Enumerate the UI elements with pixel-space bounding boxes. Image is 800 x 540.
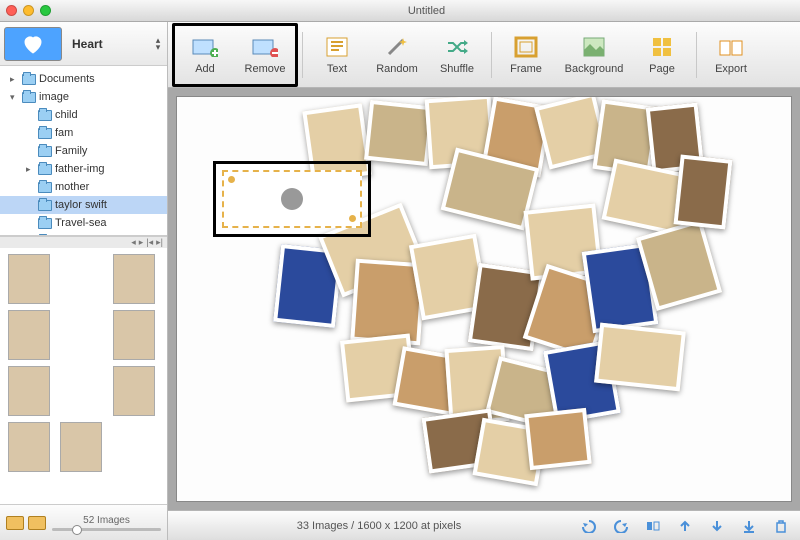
toolbar: Add Remove Text Random Shuffle <box>168 22 800 88</box>
folder-icon <box>38 218 52 229</box>
shuffle-icon <box>443 35 471 59</box>
background-button[interactable]: Background <box>556 26 632 84</box>
wand-icon <box>383 35 411 59</box>
thumbnail[interactable] <box>113 310 155 360</box>
rotate-left-icon[interactable] <box>580 518 598 534</box>
tree-item-family[interactable]: Family <box>0 142 167 160</box>
shape-stepper[interactable]: ▴▾ <box>153 37 163 51</box>
arrow-down-icon[interactable] <box>740 518 758 534</box>
tree-label: taylor swift <box>55 199 107 211</box>
toolbar-label: Remove <box>245 63 286 75</box>
canvas[interactable] <box>176 96 792 502</box>
sidebar: Heart ▴▾ ▸Documents ▾image child fam Fam… <box>0 22 168 540</box>
tree-item-image[interactable]: ▾image <box>0 88 167 106</box>
toolbar-label: Page <box>649 63 675 75</box>
main: Add Remove Text Random Shuffle <box>168 22 800 540</box>
image-count: 52 Images <box>83 515 130 526</box>
frame-icon <box>512 35 540 59</box>
flip-icon[interactable] <box>644 518 662 534</box>
minimize-icon[interactable] <box>23 5 34 16</box>
remove-image-icon <box>251 35 279 59</box>
send-backward-icon[interactable] <box>708 518 726 534</box>
tree-label: father-img <box>55 163 105 175</box>
toolbar-label: Export <box>715 63 747 75</box>
close-icon[interactable] <box>6 5 17 16</box>
tree-scrollbar[interactable]: ◂▸|◂▸| <box>0 236 167 248</box>
folder-button-icon[interactable] <box>6 516 24 530</box>
page-button[interactable]: Page <box>632 26 692 84</box>
tree-item-documents[interactable]: ▸Documents <box>0 70 167 88</box>
toolbar-label: Shuffle <box>440 63 474 75</box>
toolbar-label: Random <box>376 63 418 75</box>
folder-icon <box>38 110 52 121</box>
toolbar-label: Add <box>195 63 215 75</box>
bring-forward-icon[interactable] <box>676 518 694 534</box>
tree-label: image <box>39 91 69 103</box>
tree-label: mother <box>55 181 89 193</box>
shape-name: Heart <box>66 37 149 51</box>
status-bar: 33 Images / 1600 x 1200 at pixels <box>168 510 800 540</box>
tree-item-travel-sea[interactable]: Travel-sea <box>0 214 167 232</box>
thumbnail[interactable] <box>113 366 155 416</box>
frame-button[interactable]: Frame <box>496 26 556 84</box>
folder-icon <box>38 128 52 139</box>
titlebar: Untitled <box>0 0 800 22</box>
add-button[interactable]: Add <box>175 26 235 84</box>
tree-label: Documents <box>39 73 95 85</box>
thumbnail[interactable] <box>8 254 50 304</box>
thumbnail[interactable] <box>8 366 50 416</box>
canvas-area: ⇧ <box>168 88 800 510</box>
zoom-icon[interactable] <box>40 5 51 16</box>
folder-icon <box>38 146 52 157</box>
random-button[interactable]: Random <box>367 26 427 84</box>
folder-icon <box>22 74 36 85</box>
add-image-icon <box>191 35 219 59</box>
remove-button[interactable]: Remove <box>235 26 295 84</box>
tree-item-mother[interactable]: mother <box>0 178 167 196</box>
status-info: 33 Images / 1600 x 1200 at pixels <box>178 520 580 532</box>
folder-button-icon[interactable] <box>28 516 46 530</box>
window-title: Untitled <box>59 5 794 17</box>
export-icon <box>717 35 745 59</box>
folder-tree: ▸Documents ▾image child fam Family ▸fath… <box>0 66 167 236</box>
text-button[interactable]: Text <box>307 26 367 84</box>
shape-selector[interactable]: Heart ▴▾ <box>0 22 167 66</box>
tree-item-taylor-swift[interactable]: taylor swift <box>0 196 167 214</box>
tree-label: Travel-sea <box>55 217 107 229</box>
background-icon <box>580 35 608 59</box>
tree-label: fam <box>55 127 73 139</box>
shuffle-button[interactable]: Shuffle <box>427 26 487 84</box>
export-button[interactable]: Export <box>701 26 761 84</box>
folder-icon <box>38 182 52 193</box>
thumbnail[interactable] <box>60 422 102 472</box>
thumb-size-slider[interactable] <box>52 528 161 531</box>
thumbnail[interactable] <box>8 422 50 472</box>
status-ops <box>580 518 790 534</box>
folder-icon <box>38 164 52 175</box>
page-grid-icon <box>648 35 676 59</box>
thumbnail[interactable] <box>113 254 155 304</box>
tree-item-father-img[interactable]: ▸father-img <box>0 160 167 178</box>
tree-label: child <box>55 109 78 121</box>
shape-preview <box>4 27 62 61</box>
selected-frame-highlight <box>213 161 371 237</box>
trash-icon[interactable] <box>772 518 790 534</box>
tree-item-child[interactable]: child <box>0 106 167 124</box>
toolbar-label: Frame <box>510 63 542 75</box>
thumbnail[interactable] <box>8 310 50 360</box>
tree-item-fam[interactable]: fam <box>0 124 167 142</box>
window-controls <box>6 5 51 16</box>
toolbar-label: Text <box>327 63 347 75</box>
thumbnail-grid <box>0 248 167 504</box>
folder-icon <box>22 92 36 103</box>
rotate-right-icon[interactable] <box>612 518 630 534</box>
sidebar-footer: 52 Images <box>0 504 167 540</box>
text-icon <box>323 35 351 59</box>
add-remove-group-highlight: Add Remove <box>172 23 298 87</box>
frame-placeholder[interactable] <box>222 170 362 228</box>
folder-icon <box>38 200 52 211</box>
toolbar-label: Background <box>565 63 624 75</box>
tree-label: Family <box>55 145 87 157</box>
